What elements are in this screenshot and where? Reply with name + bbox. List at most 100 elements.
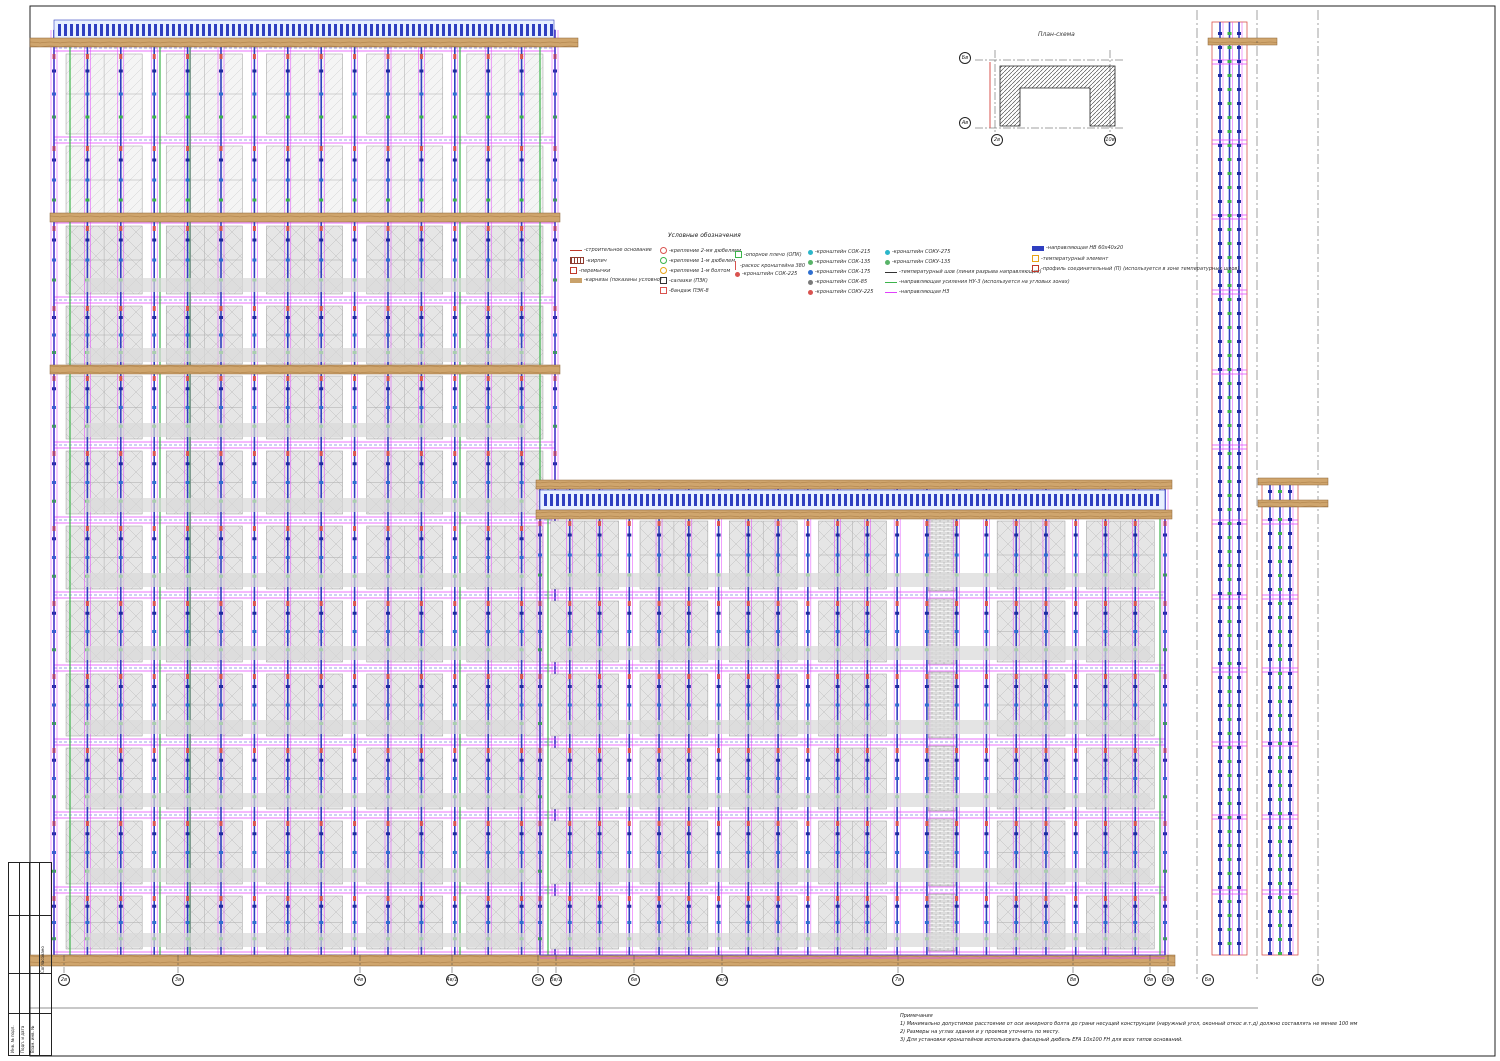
bracket-mark <box>1237 928 1241 931</box>
bracket-mark <box>924 758 929 762</box>
bracket-mark <box>1278 658 1282 661</box>
bracket-mark <box>1268 630 1272 633</box>
bracket-red <box>1074 601 1078 606</box>
bracket-mark <box>486 198 491 202</box>
bracket-red <box>486 526 490 531</box>
axis-marker: 6в/1 <box>716 974 728 986</box>
bracket-mark <box>219 462 223 466</box>
bracket-red <box>895 748 899 753</box>
stamp-agreed: Согласовано <box>40 946 45 973</box>
bracket-red <box>520 674 524 679</box>
legend-item: -кронштейн СОК-215 <box>808 249 870 255</box>
bracket-mark <box>1073 758 1078 762</box>
bracket-mark <box>519 611 524 615</box>
bracket-mark <box>865 851 870 854</box>
bracket-mark <box>1288 546 1292 549</box>
bracket-mark <box>716 921 721 924</box>
bracket-mark <box>352 258 357 262</box>
bracket-mark <box>285 832 290 836</box>
bracket-mark <box>954 703 959 707</box>
bracket-mark <box>1278 588 1282 591</box>
bracket-red <box>453 54 457 59</box>
bracket-mark <box>746 611 751 615</box>
bracket-mark <box>386 238 390 242</box>
bracket-red <box>925 601 929 606</box>
bracket-mark <box>954 851 959 854</box>
bracket-red <box>186 226 190 231</box>
notes-title: Примечания <box>900 1013 933 1019</box>
bracket-mark <box>716 553 721 557</box>
bracket-mark <box>597 777 602 780</box>
bracket-mark <box>1278 840 1282 843</box>
bracket-mark <box>835 777 840 780</box>
bracket-mark <box>352 777 357 780</box>
bracket-red <box>627 674 631 679</box>
bracket-mark <box>1278 784 1282 787</box>
bracket-mark <box>924 630 929 633</box>
bracket-mark <box>1237 452 1241 455</box>
bracket-red <box>627 896 631 901</box>
bracket-mark <box>386 921 390 924</box>
bracket-mark <box>1288 896 1292 899</box>
bracket-mark <box>486 611 491 615</box>
legend-item: -кирпич <box>570 257 607 264</box>
bracket-mark <box>1237 718 1241 721</box>
bracket-mark <box>1237 102 1241 105</box>
bracket-mark <box>1237 144 1241 147</box>
bracket-red <box>520 896 524 901</box>
bracket-mark <box>152 198 157 202</box>
bracket-mark <box>452 258 457 262</box>
bracket-mark <box>776 703 781 707</box>
bracket-red <box>386 896 390 901</box>
bracket-red <box>717 748 721 753</box>
bracket-mark <box>352 685 357 688</box>
bracket-mark <box>85 462 90 466</box>
bracket-mark <box>1237 340 1241 343</box>
legend-swatch-icon <box>660 287 667 294</box>
bracket-red <box>453 748 457 753</box>
bracket-mark <box>1268 756 1272 759</box>
bracket-mark <box>776 630 781 633</box>
bracket-mark <box>1288 840 1292 843</box>
bracket-mark <box>1227 158 1232 161</box>
bracket-mark <box>319 904 324 908</box>
bracket-red <box>219 821 223 826</box>
bracket-mark <box>152 462 157 466</box>
bracket-mark <box>1218 788 1222 791</box>
bracket-red <box>486 748 490 753</box>
bracket-mark <box>597 685 602 688</box>
bracket-mark <box>1227 662 1232 665</box>
bracket-mark <box>686 703 691 707</box>
bracket-red <box>776 748 780 753</box>
bracket-red <box>252 146 256 151</box>
bracket-red <box>386 54 390 59</box>
bracket-mark <box>486 387 491 391</box>
bracket-red <box>85 896 89 901</box>
bracket-red <box>925 674 929 679</box>
bracket-red <box>152 896 156 901</box>
bracket-red <box>453 896 457 901</box>
bracket-mark <box>152 685 157 688</box>
bracket-red <box>286 451 290 456</box>
bracket-red <box>353 451 357 456</box>
bracket-red <box>776 601 780 606</box>
bracket-mark <box>1103 777 1108 780</box>
bracket-mark <box>452 238 457 242</box>
bracket-mark <box>1268 672 1272 675</box>
bracket-mark <box>1218 774 1222 777</box>
bracket-mark <box>219 333 223 337</box>
bracket-red <box>286 896 290 901</box>
bracket-red <box>453 306 457 311</box>
bracket-red <box>119 674 123 679</box>
bracket-mark <box>1043 758 1048 762</box>
bracket-mark <box>1268 518 1272 521</box>
bracket-red <box>568 748 572 753</box>
bracket-mark <box>118 406 123 409</box>
bracket-mark <box>805 851 810 854</box>
bracket-mark <box>419 481 424 484</box>
legend-swatch-icon <box>570 267 577 274</box>
bracket-mark <box>597 904 602 908</box>
legend-swatch-icon <box>808 269 813 275</box>
bracket-mark <box>1227 634 1232 637</box>
bracket-mark <box>519 758 524 762</box>
